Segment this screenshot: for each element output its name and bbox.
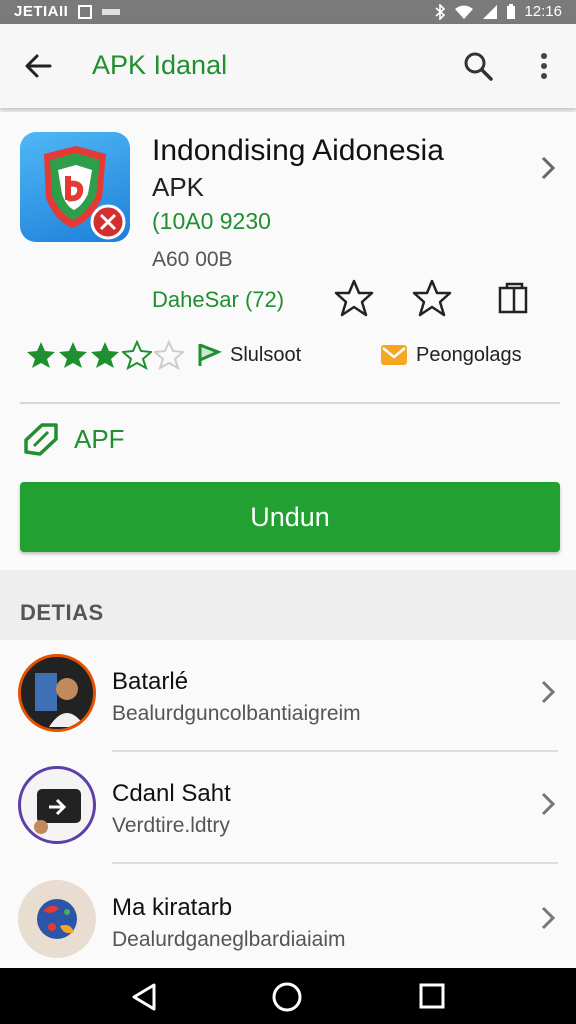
arrow-left-icon[interactable] bbox=[20, 48, 56, 84]
list-item[interactable]: Ma kiratarb Dealurdganeglbardiaiaim bbox=[0, 866, 576, 978]
star-outline-icon[interactable] bbox=[412, 278, 452, 318]
meta-permissions[interactable]: Peongolags bbox=[380, 342, 522, 368]
app-name: Indondising Aidonesia bbox=[152, 134, 444, 167]
chevron-right-icon bbox=[541, 906, 556, 930]
star-outline-icon[interactable] bbox=[334, 278, 374, 318]
apk-row[interactable]: APF bbox=[22, 422, 125, 456]
section-title: DETIAS bbox=[20, 600, 104, 625]
copy-icon[interactable] bbox=[494, 280, 532, 318]
mail-icon bbox=[381, 345, 407, 365]
list-item[interactable]: Cdanl Saht Verdtire.ldtry bbox=[0, 752, 576, 864]
download-button[interactable]: Undun bbox=[20, 482, 560, 552]
meta-screenshot[interactable]: Slulsoot bbox=[196, 342, 301, 368]
carrier-label: JETIAII bbox=[14, 3, 69, 20]
app-detail-card: Indondising Aidonesia APK (10A0 9230 A60… bbox=[0, 112, 576, 570]
star-filled-icon bbox=[59, 342, 87, 368]
rating-stars bbox=[26, 340, 184, 370]
app-developer-link[interactable]: DaheSar (72) bbox=[152, 287, 284, 313]
person-avatar bbox=[18, 654, 96, 732]
meta-screenshot-label: Slulsoot bbox=[230, 343, 302, 366]
app-toolbar: APK Idanal bbox=[0, 24, 576, 108]
star-filled-icon bbox=[91, 342, 119, 368]
list-item-title: Cdanl Saht bbox=[112, 780, 231, 807]
clock: 12:16 bbox=[524, 3, 562, 20]
details-list: Batarlé Bealurdguncolbantiaigreim Cdanl … bbox=[0, 640, 576, 968]
share-box-avatar bbox=[18, 766, 96, 844]
tag-icon bbox=[24, 423, 58, 456]
toolbar-title: APK Idanal bbox=[92, 50, 228, 80]
notification-dash-icon bbox=[102, 8, 121, 15]
system-nav-bar bbox=[0, 968, 576, 1024]
divider bbox=[20, 402, 560, 404]
apk-label: APF bbox=[74, 423, 125, 454]
app-size: A60 00B bbox=[152, 248, 233, 271]
search-icon[interactable] bbox=[460, 48, 496, 84]
nav-home-icon[interactable] bbox=[270, 980, 304, 1014]
list-item[interactable]: Batarlé Bealurdguncolbantiaigreim bbox=[0, 640, 576, 752]
list-item-title: Batarlé bbox=[112, 668, 189, 695]
battery-icon bbox=[507, 3, 516, 19]
nav-recents-icon[interactable] bbox=[418, 982, 446, 1010]
app-shield-icon bbox=[20, 132, 130, 242]
star-filled-icon bbox=[27, 342, 55, 368]
chevron-right-icon bbox=[541, 792, 556, 816]
chevron-right-icon bbox=[541, 680, 556, 704]
app-subtitle: APK bbox=[152, 172, 205, 202]
signal-icon bbox=[483, 4, 498, 19]
nav-back-icon[interactable] bbox=[128, 982, 160, 1012]
list-item-subtitle: Dealurdganeglbardiaiaim bbox=[112, 928, 346, 951]
app-version: (10A0 9230 bbox=[152, 208, 271, 234]
status-bar: JETIAII 12:16 bbox=[0, 0, 576, 24]
divider bbox=[112, 862, 558, 864]
list-item-title: Ma kiratarb bbox=[112, 894, 233, 921]
more-vertical-icon[interactable] bbox=[530, 48, 558, 84]
list-item-subtitle: Verdtire.ldtry bbox=[112, 814, 230, 837]
bluetooth-icon bbox=[435, 3, 446, 20]
chevron-right-icon[interactable] bbox=[534, 152, 562, 184]
colorful-ball-avatar bbox=[18, 880, 96, 958]
list-item-subtitle: Bealurdguncolbantiaigreim bbox=[112, 702, 361, 725]
flag-icon bbox=[198, 343, 222, 366]
star-half-icon bbox=[122, 340, 152, 370]
notification-image-icon bbox=[78, 4, 93, 19]
wifi-icon bbox=[455, 5, 474, 19]
meta-permissions-label: Peongolags bbox=[416, 343, 522, 366]
star-empty-icon bbox=[154, 340, 184, 370]
